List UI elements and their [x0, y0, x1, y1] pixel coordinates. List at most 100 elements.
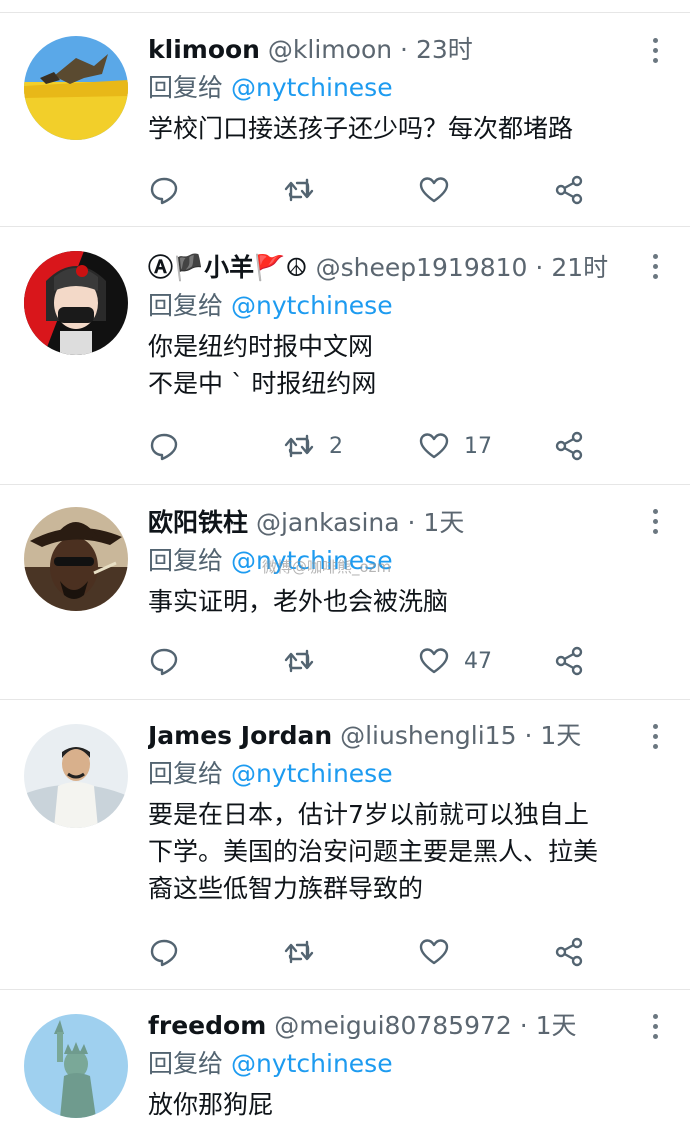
like-button[interactable]: 47 [418, 641, 492, 681]
display-name[interactable]: klimoon [148, 35, 260, 64]
share-button[interactable] [553, 170, 585, 210]
reply-mention-link[interactable]: @nytchinese [231, 1049, 393, 1078]
share-icon [555, 937, 583, 967]
tweet-header: Ⓐ🏴小羊🚩☮ @sheep1919810 · 21时 [148, 249, 650, 287]
display-name[interactable]: freedom [148, 1011, 266, 1040]
reply-icon [150, 433, 178, 461]
separator: · [516, 721, 541, 750]
retweet-icon [284, 434, 314, 458]
separator: · [399, 508, 424, 537]
avatar[interactable] [24, 1014, 128, 1118]
reply-context: 回复给 @nytchinese [148, 69, 650, 107]
share-button[interactable] [553, 426, 585, 466]
like-button[interactable]: 17 [418, 426, 492, 466]
heart-icon [419, 177, 449, 203]
retweet-icon [284, 178, 314, 202]
reply-mention-link[interactable]: @nytchinese [231, 291, 393, 320]
separator: · [392, 35, 416, 64]
tweet-text: 你是纽约时报中文网 不是中 ˋ 时报纽约网 [148, 332, 377, 398]
reply-icon [150, 939, 178, 967]
reply-context: 回复给 @nytchinese [148, 287, 650, 325]
retweet-icon [284, 940, 314, 964]
tweet-card[interactable]: klimoon @klimoon · 23时 回复给 @nytchinese 学… [0, 12, 690, 227]
retweet-button[interactable] [283, 932, 315, 972]
tweet-text: 学校门口接送孩子还少吗？每次都堵路 [148, 114, 574, 143]
reply-prefix: 回复给 [148, 1049, 224, 1078]
avatar[interactable] [24, 36, 128, 140]
reply-prefix: 回复给 [148, 759, 224, 788]
reply-button[interactable] [148, 641, 180, 681]
separator: · [511, 1011, 536, 1040]
more-options-icon[interactable] [650, 38, 660, 66]
reply-prefix: 回复给 [148, 73, 224, 102]
timestamp[interactable]: 23时 [416, 35, 473, 64]
more-options-icon[interactable] [650, 1014, 660, 1042]
display-name[interactable]: 欧阳铁柱 [148, 508, 248, 537]
tweet-card[interactable]: freedom @meigui80785972 · 1天 回复给 @nytchi… [0, 990, 690, 1135]
action-bar [148, 170, 648, 210]
retweet-button[interactable] [283, 170, 315, 210]
masked-girl-avatar [24, 251, 128, 355]
tweet-card[interactable]: 欧阳铁柱 @jankasina · 1天 回复给 @nytchinese 事实证… [0, 485, 690, 700]
timestamp[interactable]: 1天 [423, 508, 464, 537]
like-button[interactable] [418, 932, 450, 972]
user-handle[interactable]: @klimoon [268, 35, 392, 64]
tweet-header: klimoon @klimoon · 23时 [148, 31, 650, 69]
tweet-header: freedom @meigui80785972 · 1天 [148, 1007, 650, 1045]
timestamp[interactable]: 1天 [540, 721, 581, 750]
avatar[interactable] [24, 724, 128, 828]
share-icon [555, 431, 583, 461]
heart-icon [419, 433, 449, 459]
share-icon [555, 175, 583, 205]
retweet-icon [284, 649, 314, 673]
reply-prefix: 回复给 [148, 291, 224, 320]
retweet-count: 2 [329, 433, 343, 459]
like-button[interactable] [418, 170, 450, 210]
timestamp[interactable]: 21时 [551, 253, 608, 282]
reply-button[interactable] [148, 170, 180, 210]
action-bar: 2 17 [148, 426, 648, 466]
reply-icon [150, 648, 178, 676]
reply-mention-link[interactable]: @nytchinese [231, 73, 393, 102]
reply-mention-link[interactable]: @nytchinese [231, 759, 393, 788]
display-name[interactable]: James Jordan [148, 721, 332, 750]
user-handle[interactable]: @jankasina [256, 508, 400, 537]
reply-button[interactable] [148, 932, 180, 972]
reply-context: 回复给 @nytchinese [148, 1045, 650, 1083]
reply-context: 回复给 @nytchinese [148, 755, 650, 793]
more-options-icon[interactable] [650, 254, 660, 282]
user-handle[interactable]: @meigui80785972 [274, 1011, 512, 1040]
action-bar: 47 [148, 641, 648, 681]
avatar[interactable] [24, 251, 128, 355]
tweet-card[interactable]: Ⓐ🏴小羊🚩☮ @sheep1919810 · 21时 回复给 @nytchine… [0, 227, 690, 485]
heart-icon [419, 648, 449, 674]
more-options-icon[interactable] [650, 724, 660, 752]
heart-icon [419, 939, 449, 965]
timestamp[interactable]: 1天 [536, 1011, 577, 1040]
watermark: 微博@咖啡熊_ozm [262, 558, 392, 576]
tweet-card[interactable]: James Jordan @liushengli15 · 1天 回复给 @nyt… [0, 700, 690, 990]
separator: · [527, 253, 552, 282]
retweet-button[interactable] [283, 641, 315, 681]
share-button[interactable] [553, 641, 585, 681]
action-bar [148, 932, 648, 972]
tweet-text: 要是在日本，估计7岁以前就可以独自上 下学。美国的治安问题主要是黑人、拉美 裔这… [148, 800, 599, 903]
avatar[interactable] [24, 507, 128, 611]
user-handle[interactable]: @sheep1919810 [316, 253, 528, 282]
share-button[interactable] [553, 932, 585, 972]
tweet-text: 事实证明，老外也会被洗脑 [148, 587, 449, 616]
statue-of-liberty-avatar [24, 1014, 128, 1118]
retweet-button[interactable]: 2 [283, 426, 343, 466]
user-handle[interactable]: @liushengli15 [340, 721, 516, 750]
like-count: 47 [464, 648, 492, 674]
portrait-avatar [24, 724, 128, 828]
more-options-icon[interactable] [650, 509, 660, 537]
reply-button[interactable] [148, 426, 180, 466]
reply-prefix: 回复给 [148, 546, 224, 575]
reply-context: 回复给 @nytchinese [148, 542, 650, 580]
tweet-header: 欧阳铁柱 @jankasina · 1天 [148, 504, 650, 542]
like-count: 17 [464, 433, 492, 459]
reply-icon [150, 177, 178, 205]
tweet-text: 放你那狗屁 [148, 1090, 274, 1119]
display-name[interactable]: Ⓐ🏴小羊🚩☮ [148, 253, 308, 282]
